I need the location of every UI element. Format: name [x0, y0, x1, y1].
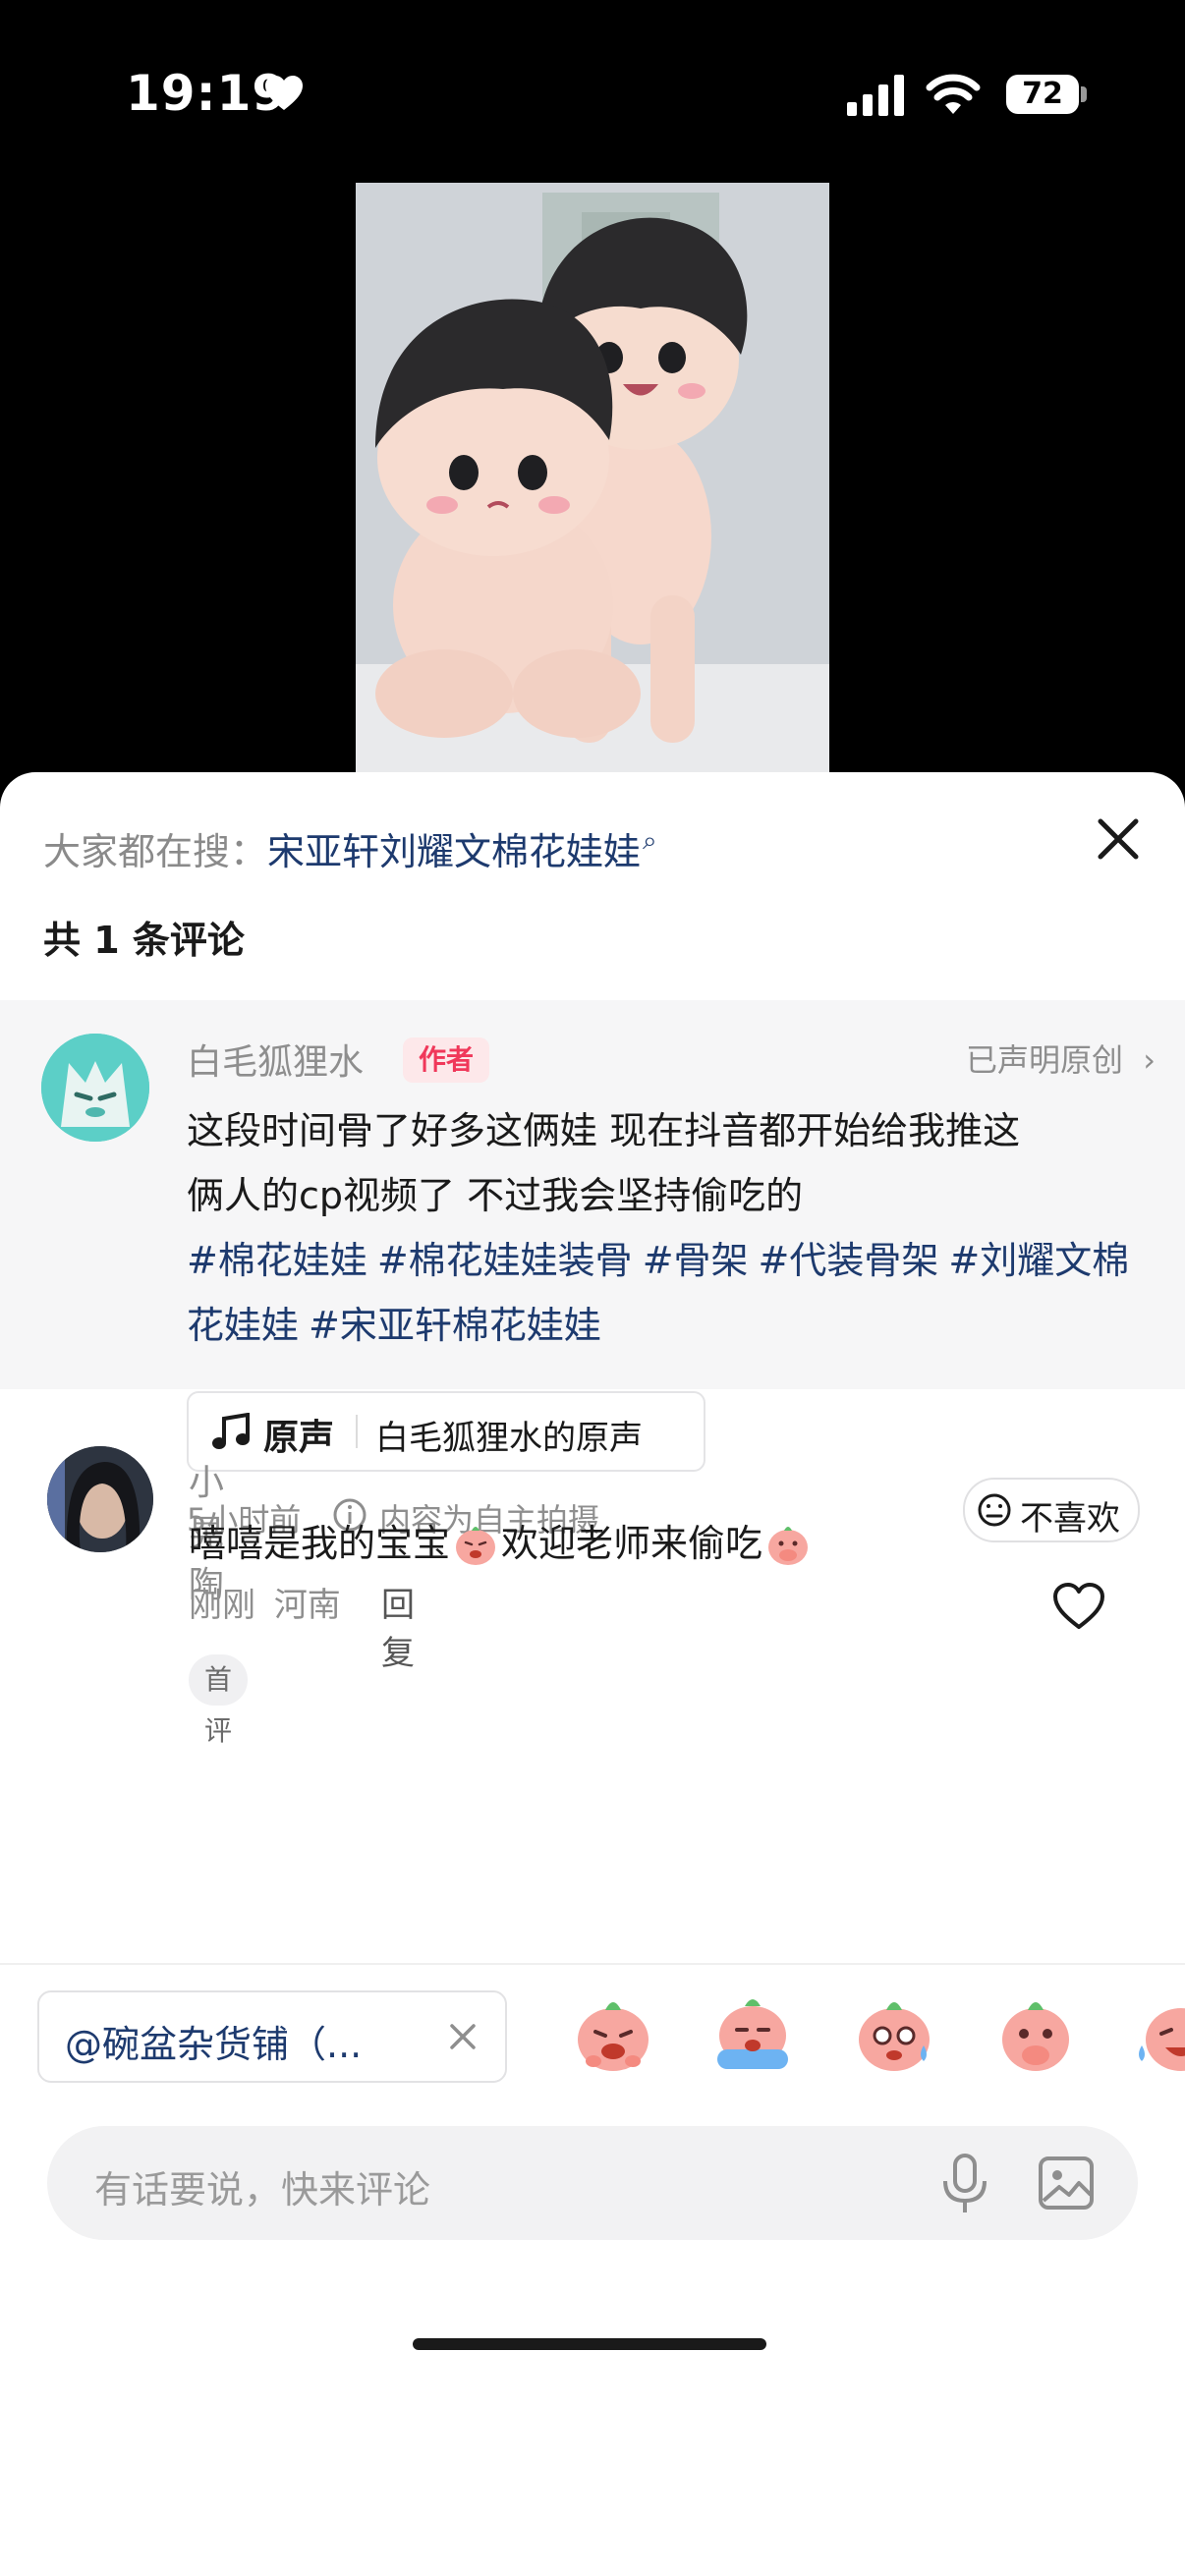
comment-text-part: 欢迎老师来偷吃 — [501, 1522, 763, 1565]
comment-input[interactable]: 有话要说，快来评论 — [47, 2126, 1138, 2240]
author-badge: 作者 — [403, 1037, 490, 1083]
search-icon: ⌕ — [643, 826, 657, 856]
home-indicator — [413, 2338, 766, 2350]
hashtag[interactable]: #棉花娃娃装骨 — [377, 1239, 633, 1282]
comment-text: 嘻嘻是我的宝宝 欢迎老师来偷吃 — [189, 1513, 814, 1568]
music-note-icon — [212, 1413, 250, 1449]
hashtag[interactable]: #骨架 — [643, 1239, 749, 1282]
divider — [0, 1963, 1185, 1965]
comment-location: 河南 — [273, 1586, 341, 1625]
reply-button[interactable]: 回复 — [381, 1578, 415, 1674]
comment-sheet: 大家都在搜：宋亚轩刘耀文棉花娃娃⌕ 共 1 条评论 白毛狐狸水 作者 已声明原创… — [0, 772, 1185, 2576]
divider — [356, 1415, 358, 1448]
shy-peach-emoji-icon — [456, 1527, 496, 1565]
quick-emoji-bar — [560, 1985, 1185, 2083]
post-caption-line: 俩人的cp视频了 不过我会坚持偷吃的 — [187, 1174, 804, 1217]
close-icon[interactable] — [1091, 812, 1146, 867]
hashtag-list: #棉花娃娃 #棉花娃娃装骨 #骨架 #代装骨架 #刘耀文棉花娃娃 #宋亚轩棉花娃娃 — [187, 1228, 1130, 1358]
close-icon[interactable] — [446, 2020, 480, 2053]
dislike-button[interactable]: 不喜欢 — [963, 1478, 1140, 1542]
original-declaration-label: 已声明原创 — [966, 1041, 1124, 1079]
chevron-right-icon: › — [1143, 1041, 1156, 1079]
heart-icon — [265, 76, 303, 110]
shy-peach-emoji-icon[interactable] — [570, 1990, 656, 2077]
sweat-peach-emoji-icon[interactable] — [851, 1990, 937, 2077]
laughing-peach-emoji-icon[interactable] — [1132, 1990, 1185, 2077]
search-suggestion-keyword[interactable]: 宋亚轩刘耀文棉花娃娃 — [267, 830, 641, 873]
cover-mouth-peach-emoji-icon — [768, 1527, 809, 1565]
fox-avatar-icon — [41, 1034, 149, 1142]
wifi-icon — [926, 74, 981, 114]
video-thumbnail[interactable] — [356, 183, 829, 772]
hashtag[interactable]: #棉花娃娃 — [187, 1239, 367, 1282]
comment-input-placeholder: 有话要说，快来评论 — [94, 2168, 431, 2212]
dislike-label: 不喜欢 — [1020, 1499, 1120, 1539]
author-post: 白毛狐狸水 作者 已声明原创 › 这段时间骨了好多这俩娃 现在抖音都开始给我推这… — [0, 1000, 1185, 1542]
commenter-avatar[interactable] — [47, 1446, 153, 1552]
mention-suggestion-chip[interactable]: @碗盆杂货铺（... — [37, 1990, 507, 2083]
search-suggestion-prefix: 大家都在搜： — [43, 830, 268, 873]
battery-level: 72 — [1006, 75, 1079, 114]
microphone-icon[interactable] — [937, 2154, 992, 2214]
first-comment-badge: 首评 — [189, 1654, 249, 1747]
comment-count: 共 1 条评论 — [43, 919, 245, 962]
music-title: 白毛狐狸水的原声 — [375, 1419, 643, 1458]
heart-outline-icon[interactable] — [1051, 1582, 1106, 1631]
hashtag[interactable]: #宋亚轩棉花娃娃 — [309, 1304, 601, 1347]
mention-text: @碗盆杂货铺（... — [65, 2023, 363, 2066]
author-avatar[interactable] — [41, 1034, 149, 1142]
search-suggestion[interactable]: 大家都在搜：宋亚轩刘耀文棉花娃娃⌕ — [43, 821, 657, 875]
plush-dolls-image — [356, 183, 829, 772]
crying-peach-emoji-icon[interactable] — [709, 1990, 796, 2077]
original-declaration[interactable]: 已声明原创 › — [966, 1036, 1156, 1081]
status-bar: 19:19 72 — [0, 0, 1185, 187]
author-name[interactable]: 白毛狐狸水 — [187, 1034, 364, 1085]
original-sound-chip[interactable]: 原声 白毛狐狸水的原声 — [187, 1391, 705, 1472]
post-caption: 这段时间骨了好多这俩娃 现在抖音都开始给我推这 俩人的cp视频了 不过我会坚持偷… — [187, 1098, 1130, 1358]
battery-cap — [1081, 86, 1087, 102]
image-icon[interactable] — [1038, 2156, 1095, 2211]
post-caption-line: 这段时间骨了好多这俩娃 现在抖音都开始给我推这 — [187, 1109, 1021, 1152]
comment-time: 刚刚 — [189, 1586, 255, 1625]
music-label: 原声 — [263, 1418, 335, 1458]
neutral-face-icon — [978, 1493, 1011, 1527]
cellular-signal-icon — [847, 75, 904, 116]
comment-meta: 刚刚 河南 — [189, 1578, 341, 1626]
user-photo-avatar — [47, 1446, 153, 1552]
cover-mouth-peach-emoji-icon[interactable] — [992, 1990, 1079, 2077]
hashtag[interactable]: #代装骨架 — [759, 1239, 939, 1282]
comment-text-part: 嘻嘻是我的宝宝 — [189, 1522, 451, 1565]
